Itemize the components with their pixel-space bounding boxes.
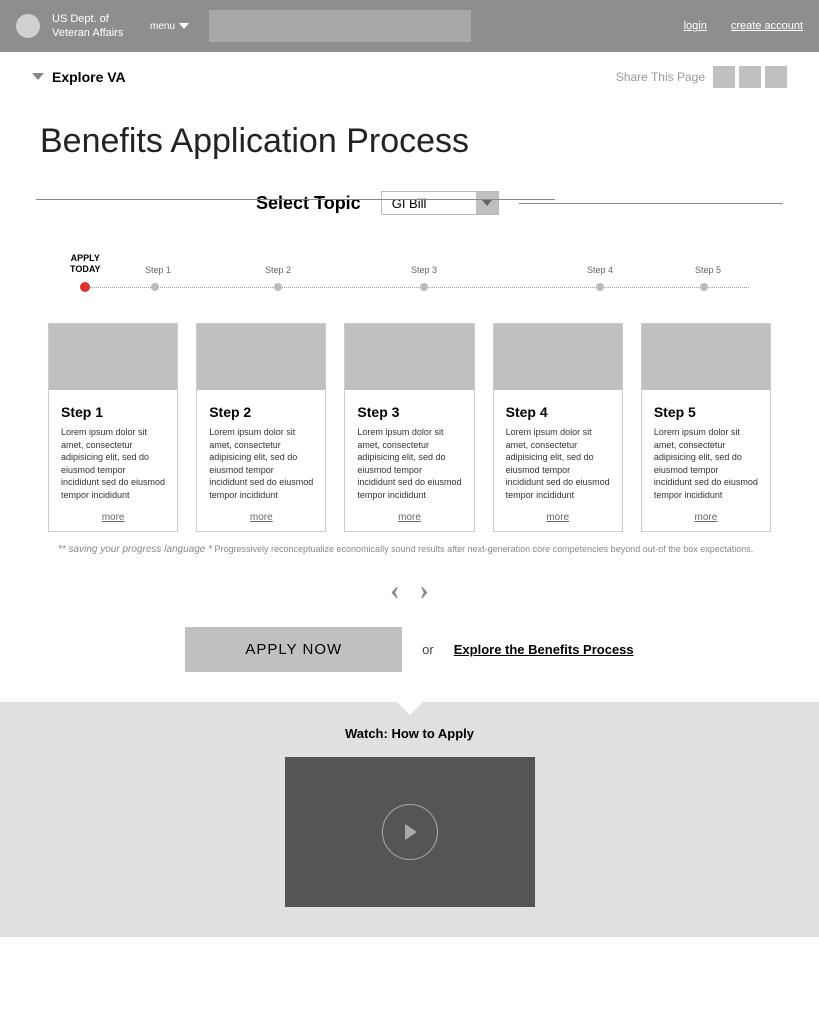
step-card-title: Step 4 bbox=[506, 404, 610, 420]
step-card-image bbox=[49, 324, 177, 390]
timeline-dot[interactable] bbox=[596, 283, 604, 291]
main-header: US Dept. of Veteran Affairs menu login c… bbox=[0, 0, 819, 52]
menu-button[interactable]: menu bbox=[150, 21, 189, 32]
step-card: Step 1 Lorem ipsum dolor sit amet, conse… bbox=[48, 323, 178, 532]
step-card-more-link[interactable]: more bbox=[654, 512, 758, 523]
step-card-title: Step 3 bbox=[357, 404, 461, 420]
create-account-link[interactable]: create account bbox=[731, 20, 803, 32]
chevron-down-icon bbox=[32, 73, 44, 81]
video-player[interactable] bbox=[285, 757, 535, 907]
play-icon bbox=[382, 804, 438, 860]
timeline-step-label: Step 5 bbox=[695, 265, 721, 275]
logo-icon bbox=[16, 14, 40, 38]
next-button[interactable]: › bbox=[420, 575, 429, 607]
share-icon-1[interactable] bbox=[713, 66, 735, 88]
video-title: Watch: How to Apply bbox=[0, 726, 819, 741]
timeline-dot[interactable] bbox=[151, 283, 159, 291]
footnote-lead: ** saving your progress language * bbox=[58, 544, 212, 555]
step-card-text: Lorem ipsum dolor sit amet, consectetur … bbox=[357, 426, 461, 502]
dept-name: US Dept. of Veteran Affairs bbox=[52, 12, 142, 41]
apply-today-label: APPLY TODAY bbox=[70, 253, 101, 275]
cta-row: APPLY NOW or Explore the Benefits Proces… bbox=[0, 627, 819, 672]
header-links: login create account bbox=[684, 20, 803, 32]
or-text: or bbox=[422, 642, 434, 657]
topic-dropdown[interactable]: GI Bill bbox=[381, 191, 499, 215]
step-card-title: Step 5 bbox=[654, 404, 758, 420]
step-card-text: Lorem ipsum dolor sit amet, consectetur … bbox=[654, 426, 758, 502]
step-card-text: Lorem ipsum dolor sit amet, consectetur … bbox=[209, 426, 313, 502]
step-card-image bbox=[197, 324, 325, 390]
chevron-down-icon bbox=[179, 23, 189, 29]
explore-va-label: Explore VA bbox=[52, 69, 126, 85]
step-card-image bbox=[345, 324, 473, 390]
search-input[interactable] bbox=[209, 10, 471, 42]
share-icon-3[interactable] bbox=[765, 66, 787, 88]
step-card-more-link[interactable]: more bbox=[506, 512, 610, 523]
timeline-dot[interactable] bbox=[274, 283, 282, 291]
menu-label: menu bbox=[150, 21, 175, 32]
divider bbox=[519, 203, 783, 204]
share-section: Share This Page bbox=[616, 66, 787, 88]
footnote-rest: Progressively reconceptualize economical… bbox=[212, 544, 753, 554]
topic-dropdown-selected: GI Bill bbox=[382, 196, 476, 211]
explore-benefits-link[interactable]: Explore the Benefits Process bbox=[454, 642, 634, 657]
timeline-dot[interactable] bbox=[700, 283, 708, 291]
step-card: Step 4 Lorem ipsum dolor sit amet, conse… bbox=[493, 323, 623, 532]
step-card-text: Lorem ipsum dolor sit amet, consectetur … bbox=[506, 426, 610, 502]
timeline-step-label: Step 4 bbox=[587, 265, 613, 275]
video-section: Watch: How to Apply bbox=[0, 702, 819, 937]
login-link[interactable]: login bbox=[684, 20, 707, 32]
step-card-image bbox=[642, 324, 770, 390]
divider bbox=[36, 199, 555, 200]
step-card: Step 2 Lorem ipsum dolor sit amet, conse… bbox=[196, 323, 326, 532]
subheader: Explore VA Share This Page bbox=[0, 52, 819, 102]
share-icon-2[interactable] bbox=[739, 66, 761, 88]
step-card-more-link[interactable]: more bbox=[209, 512, 313, 523]
timeline-line bbox=[85, 287, 749, 288]
timeline-dot-active[interactable] bbox=[80, 282, 90, 292]
step-card: Step 3 Lorem ipsum dolor sit amet, conse… bbox=[344, 323, 474, 532]
timeline-step-label: Step 2 bbox=[265, 265, 291, 275]
step-card-more-link[interactable]: more bbox=[357, 512, 461, 523]
step-cards: Step 1 Lorem ipsum dolor sit amet, conse… bbox=[0, 323, 819, 532]
step-card-image bbox=[494, 324, 622, 390]
share-label: Share This Page bbox=[616, 70, 705, 84]
timeline-step-label: Step 1 bbox=[145, 265, 171, 275]
share-icons bbox=[713, 66, 787, 88]
step-card-text: Lorem ipsum dolor sit amet, consectetur … bbox=[61, 426, 165, 502]
step-card-title: Step 1 bbox=[61, 404, 165, 420]
step-card-more-link[interactable]: more bbox=[61, 512, 165, 523]
prev-button[interactable]: ‹ bbox=[390, 575, 399, 607]
timeline-dot[interactable] bbox=[420, 283, 428, 291]
step-card-title: Step 2 bbox=[209, 404, 313, 420]
chevron-down-icon bbox=[476, 192, 498, 214]
step-card: Step 5 Lorem ipsum dolor sit amet, conse… bbox=[641, 323, 771, 532]
select-topic-label: Select Topic bbox=[256, 193, 361, 214]
select-topic-row: Select Topic GI Bill bbox=[0, 191, 819, 215]
footnote: ** saving your progress language * Progr… bbox=[0, 544, 819, 555]
explore-va-toggle[interactable]: Explore VA bbox=[32, 69, 126, 85]
timeline-step-label: Step 3 bbox=[411, 265, 437, 275]
pager: ‹ › bbox=[0, 575, 819, 607]
apply-now-button[interactable]: APPLY NOW bbox=[185, 627, 402, 672]
page-title: Benefits Application Process bbox=[0, 102, 819, 191]
steps-timeline: APPLY TODAY Step 1 Step 2 Step 3 Step 4 … bbox=[0, 255, 819, 293]
